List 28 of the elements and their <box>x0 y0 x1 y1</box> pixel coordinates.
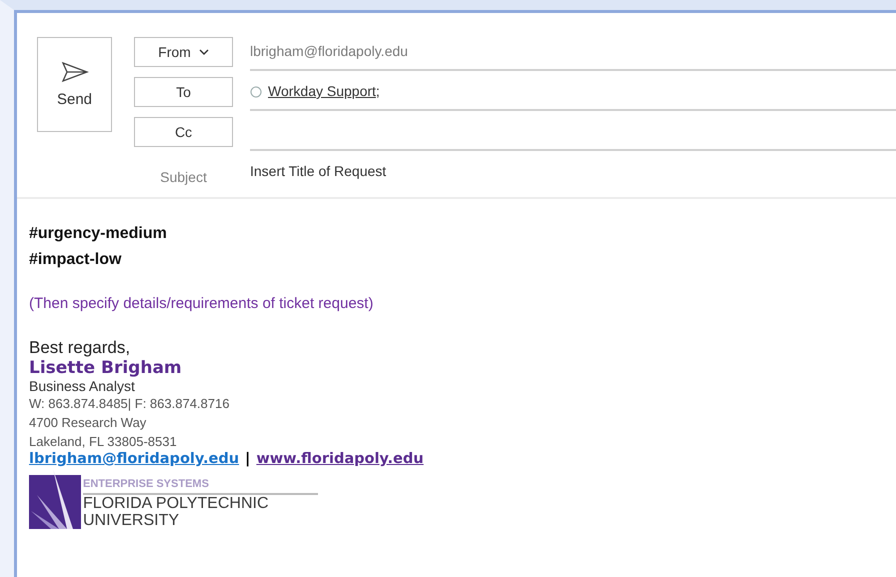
phone-text: W: 863.874.8485| F: 863.874.8716 <box>29 395 230 413</box>
presence-icon <box>250 86 262 98</box>
university-name: FLORIDA POLYTECHNIC <box>83 495 270 512</box>
recipient-button[interactable]: Cc <box>134 117 233 147</box>
separator-text: | <box>245 451 250 467</box>
address-field[interactable]: lbrigham@floridapoly.edu <box>250 37 896 71</box>
chevron-icon <box>198 49 209 55</box>
send-icon <box>60 61 88 83</box>
website-link[interactable]: www.floridapoly.edu <box>256 451 424 467</box>
instruction-text: (Then specify details/requirements of ticket request) <box>29 295 374 312</box>
logo-icon <box>29 469 81 529</box>
recipient-button[interactable]: To <box>134 77 233 107</box>
hashtag-text: #impact-low <box>29 250 122 270</box>
send-button[interactable]: Send <box>37 37 112 132</box>
subject-label: Subject <box>159 169 208 185</box>
address-line: Lakeland, FL 33805-8531 <box>29 433 178 451</box>
address-line: 4700 Research Way <box>29 414 148 432</box>
department-text: ENTERPRISE SYSTEMS <box>83 478 318 495</box>
email-link[interactable]: lbrigham@floridapoly.edu <box>29 451 240 467</box>
recipient-link[interactable]: Workday Support <box>268 83 376 99</box>
hashtag-text: #urgency-medium <box>29 224 168 244</box>
subject-field[interactable]: Insert Title of Request <box>250 157 896 191</box>
signature-name: Lisette Brigham <box>29 358 183 378</box>
address-field[interactable]: Workday Support; <box>250 77 896 111</box>
university-name: UNIVERSITY <box>83 512 180 529</box>
from-button[interactable]: From <box>134 37 233 67</box>
job-title: Business Analyst <box>29 378 136 394</box>
closing-text: Best regards, <box>29 338 132 358</box>
